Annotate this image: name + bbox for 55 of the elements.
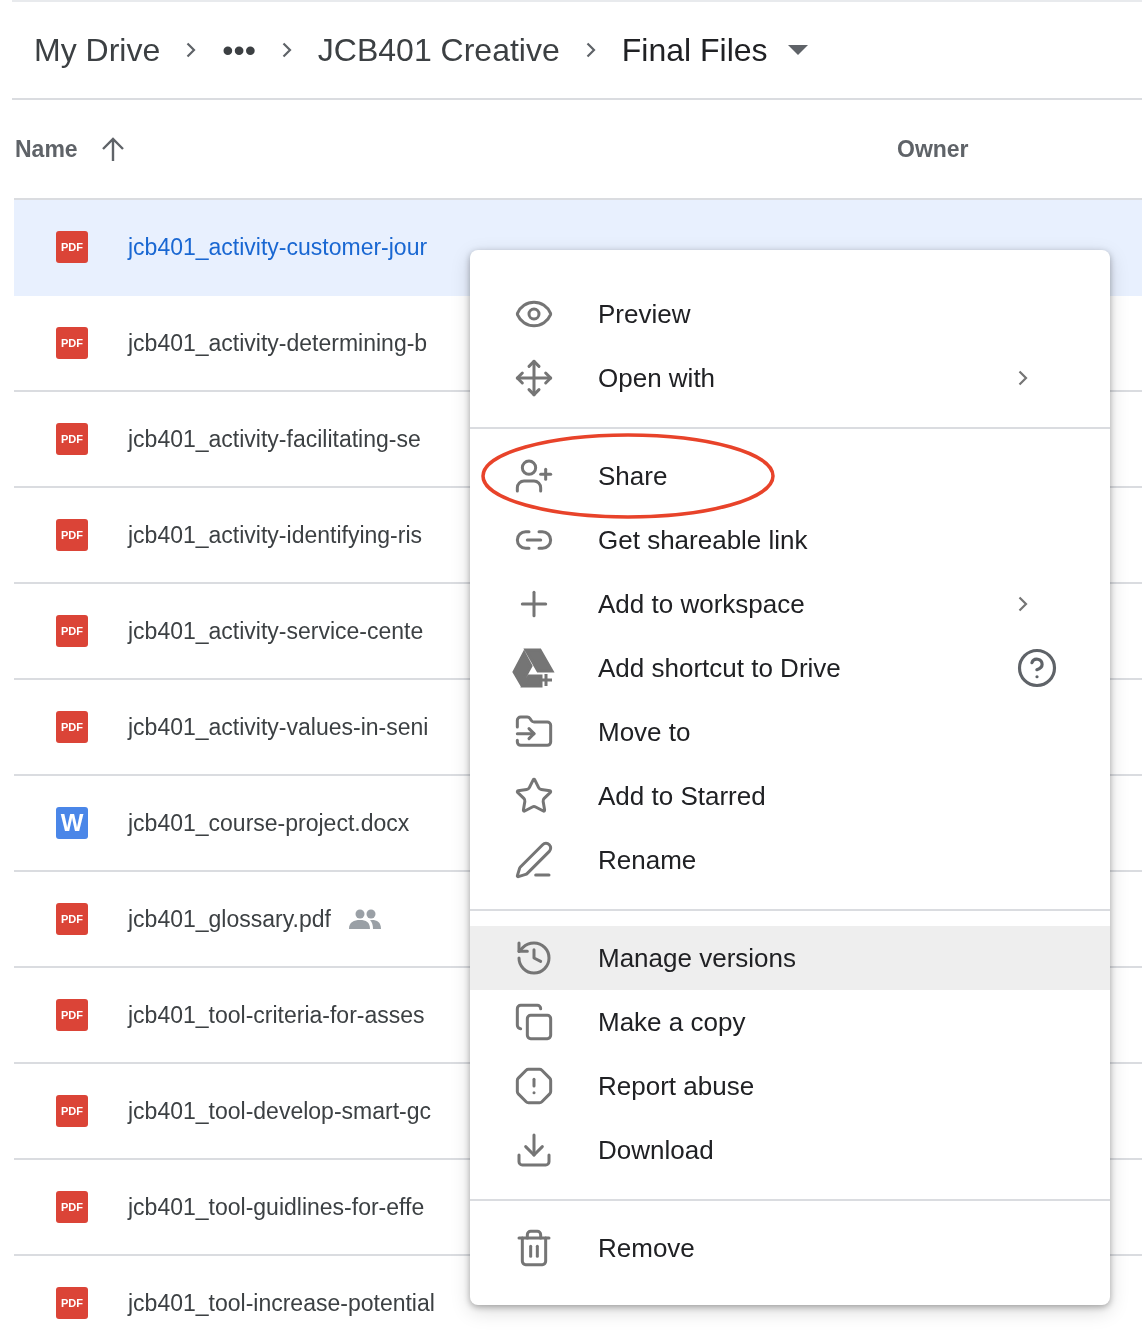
chevron-right-icon (585, 42, 596, 58)
menu-item[interactable]: Add to workspace (470, 572, 1110, 636)
sort-arrow-icon[interactable] (101, 137, 124, 161)
breadcrumb-item[interactable]: ••• (222, 31, 256, 69)
file-type-icon: PDF (56, 1095, 88, 1127)
breadcrumb-item[interactable]: My Drive (34, 31, 161, 69)
chevron-right-icon (281, 42, 292, 58)
file-name: jcb401_activity-identifying-ris (128, 521, 422, 549)
file-name: jcb401_tool-criteria-for-asses (128, 1001, 425, 1029)
drive-add-icon (512, 648, 556, 688)
file-type-icon: W (56, 807, 88, 839)
menu-item[interactable]: Add shortcut to Drive (470, 636, 1110, 700)
file-name: jcb401_glossary.pdf (128, 905, 331, 933)
file-name: jcb401_course-project.docx (128, 809, 410, 837)
dropdown-caret-icon[interactable] (787, 45, 808, 55)
pencil-icon (514, 840, 554, 880)
file-name: jcb401_activity-customer-jour (128, 233, 428, 261)
menu-item[interactable]: Open with (470, 346, 1110, 410)
four-arrows-icon (514, 358, 554, 398)
file-type-icon: PDF (56, 1287, 88, 1319)
file-name: jcb401_tool-guidlines-for-effe (128, 1193, 425, 1221)
file-name: jcb401_tool-develop-smart-gc (128, 1097, 431, 1125)
column-header[interactable]: Name (15, 135, 78, 163)
file-type-icon: PDF (56, 327, 88, 359)
file-type-icon: PDF (56, 999, 88, 1031)
alert-icon (514, 1066, 554, 1106)
menu-item[interactable]: Add to Starred (470, 764, 1110, 828)
chevron-right-icon (186, 42, 197, 58)
menu-item[interactable]: Make a copy (470, 990, 1110, 1054)
menu-item[interactable]: Rename (470, 828, 1110, 892)
file-type-icon: PDF (56, 423, 88, 455)
file-type-icon: PDF (56, 519, 88, 551)
file-name: jcb401_tool-increase-potential (128, 1289, 435, 1317)
column-header[interactable]: Owner (897, 135, 969, 163)
menu-item[interactable]: Move to (470, 700, 1110, 764)
file-type-icon: PDF (56, 903, 88, 935)
file-type-icon: PDF (56, 1191, 88, 1223)
menu-item[interactable]: Get shareable link (470, 508, 1110, 572)
file-type-icon: PDF (56, 231, 88, 263)
copy-icon (514, 1002, 554, 1042)
breadcrumb-item[interactable]: JCB401 Creative (317, 31, 560, 69)
help-icon[interactable] (1016, 647, 1058, 689)
breadcrumb-item[interactable]: Final Files (621, 31, 768, 69)
file-name: jcb401_activity-values-in-seni (128, 713, 429, 741)
menu-item[interactable]: Manage versions (470, 926, 1110, 990)
menu-item[interactable]: Share (470, 444, 1110, 508)
menu-item[interactable]: Remove (470, 1216, 1110, 1280)
file-type-icon: PDF (56, 615, 88, 647)
menu-item[interactable]: Download (470, 1118, 1110, 1182)
file-name: jcb401_activity-service-cente (128, 617, 424, 645)
menu-item[interactable]: Report abuse (470, 1054, 1110, 1118)
file-name: jcb401_activity-determining-b (128, 329, 428, 357)
file-name: jcb401_activity-facilitating-se (128, 425, 421, 453)
star-icon (514, 776, 554, 816)
file-type-icon: PDF (56, 711, 88, 743)
